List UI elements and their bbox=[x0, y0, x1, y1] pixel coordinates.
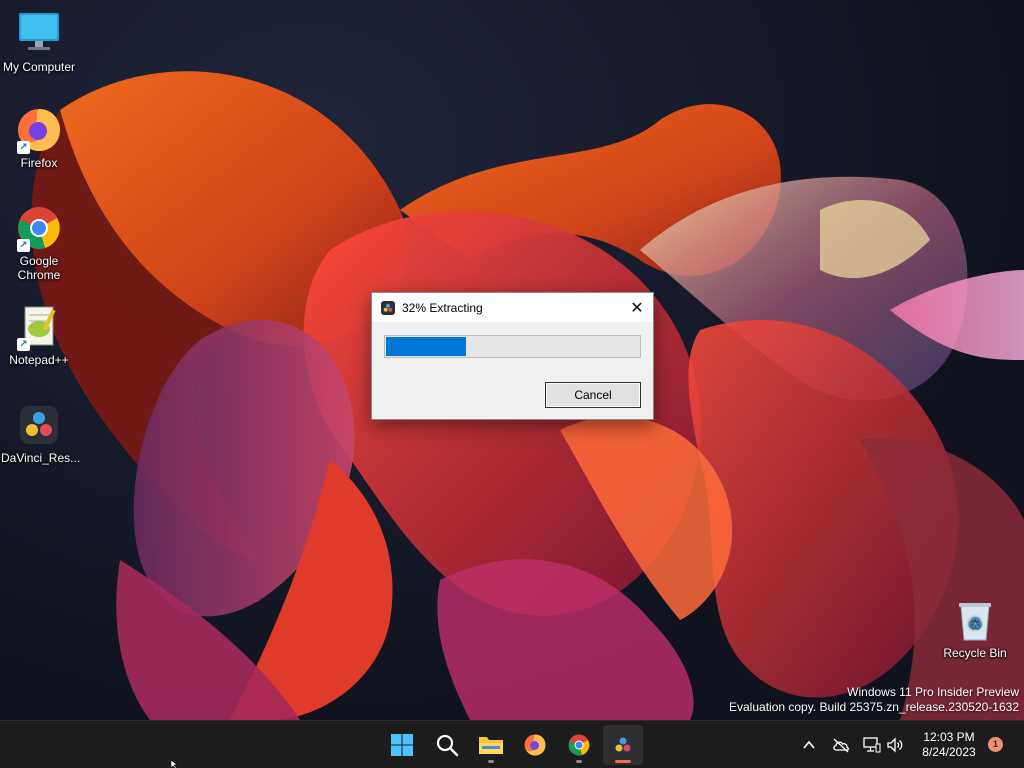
running-indicator bbox=[576, 760, 582, 763]
desktop-icon-label: Recycle Bin bbox=[943, 646, 1007, 660]
network-icon bbox=[863, 737, 881, 753]
desktop-icon-label: Google Chrome bbox=[17, 254, 61, 282]
tray-onedrive[interactable] bbox=[831, 735, 851, 755]
notification-badge[interactable]: 1 bbox=[988, 737, 1003, 752]
tray-volume[interactable] bbox=[885, 735, 905, 755]
cancel-button[interactable]: Cancel bbox=[545, 382, 641, 408]
active-indicator bbox=[615, 760, 631, 763]
chrome-icon: ↗ bbox=[15, 204, 63, 252]
shortcut-arrow-icon: ↗ bbox=[17, 141, 30, 154]
desktop-icon-davinci-resolve[interactable]: DaVinci_Res... bbox=[1, 401, 81, 465]
extracting-dialog: 32% Extracting ✕ Cancel bbox=[371, 292, 654, 420]
cloud-offline-icon bbox=[833, 738, 849, 753]
taskbar: 12:03 PM 8/24/2023 1 bbox=[0, 720, 1024, 768]
desktop-icon-label: Firefox bbox=[20, 156, 58, 170]
clock-date: 8/24/2023 bbox=[922, 745, 976, 759]
extraction-progress-bar bbox=[384, 335, 641, 358]
svg-text:♻: ♻ bbox=[968, 614, 982, 633]
desktop-icon-label: DaVinci_Res... bbox=[1, 451, 81, 465]
desktop-icon-google-chrome[interactable]: ↗ Google Chrome bbox=[1, 204, 77, 282]
firefox-icon: ↗ bbox=[15, 106, 63, 154]
clock-time: 12:03 PM bbox=[923, 730, 975, 744]
taskbar-firefox[interactable] bbox=[515, 725, 555, 765]
running-indicator bbox=[488, 760, 494, 763]
davinci-resolve-icon bbox=[612, 734, 634, 756]
file-explorer-icon bbox=[479, 737, 503, 754]
taskbar-search-button[interactable] bbox=[427, 725, 467, 765]
desktop-icon-label: My Computer bbox=[2, 60, 76, 74]
davinci-resolve-icon bbox=[381, 300, 395, 315]
tray-network[interactable] bbox=[862, 735, 882, 755]
desktop-icon-firefox[interactable]: ↗ Firefox bbox=[1, 106, 77, 170]
chrome-icon bbox=[568, 734, 590, 756]
close-icon: ✕ bbox=[630, 299, 644, 317]
shortcut-arrow-icon: ↗ bbox=[17, 239, 30, 252]
taskbar-davinci-resolve[interactable] bbox=[603, 725, 643, 765]
taskbar-start-button[interactable] bbox=[382, 725, 422, 765]
start-icon bbox=[391, 734, 413, 756]
watermark-edition: Windows 11 Pro Insider Preview bbox=[847, 685, 1019, 699]
taskbar-chrome[interactable] bbox=[559, 725, 599, 765]
evaluation-watermark: Windows 11 Pro Insider Preview Evaluatio… bbox=[729, 685, 1019, 715]
chevron-up-icon bbox=[803, 740, 815, 749]
progress-fill bbox=[386, 337, 466, 356]
dialog-titlebar[interactable]: 32% Extracting bbox=[372, 293, 653, 322]
desktop-icon-label: Notepad++ bbox=[9, 353, 69, 367]
desktop-icon-my-computer[interactable]: My Computer bbox=[1, 10, 77, 74]
notepadpp-icon: ↗ bbox=[15, 303, 63, 351]
volume-icon bbox=[887, 737, 903, 753]
desktop-icon-recycle-bin[interactable]: ♻ Recycle Bin bbox=[937, 596, 1013, 660]
desktop-icon-notepadpp[interactable]: ↗ Notepad++ bbox=[1, 303, 77, 367]
firefox-icon bbox=[524, 734, 546, 756]
taskbar-file-explorer[interactable] bbox=[471, 725, 511, 765]
search-icon bbox=[436, 734, 459, 757]
close-button[interactable]: ✕ bbox=[621, 293, 653, 322]
recycle-bin-icon: ♻ bbox=[951, 596, 999, 644]
watermark-build: Evaluation copy. Build 25375.zn_release.… bbox=[729, 700, 1019, 714]
tray-overflow-button[interactable] bbox=[799, 735, 819, 755]
dialog-title: 32% Extracting bbox=[402, 300, 483, 315]
taskbar-clock[interactable]: 12:03 PM 8/24/2023 bbox=[914, 730, 984, 760]
shortcut-arrow-icon: ↗ bbox=[17, 338, 30, 351]
monitor-icon bbox=[15, 10, 63, 58]
davinci-resolve-icon bbox=[15, 401, 63, 449]
mouse-cursor-icon bbox=[171, 760, 178, 768]
